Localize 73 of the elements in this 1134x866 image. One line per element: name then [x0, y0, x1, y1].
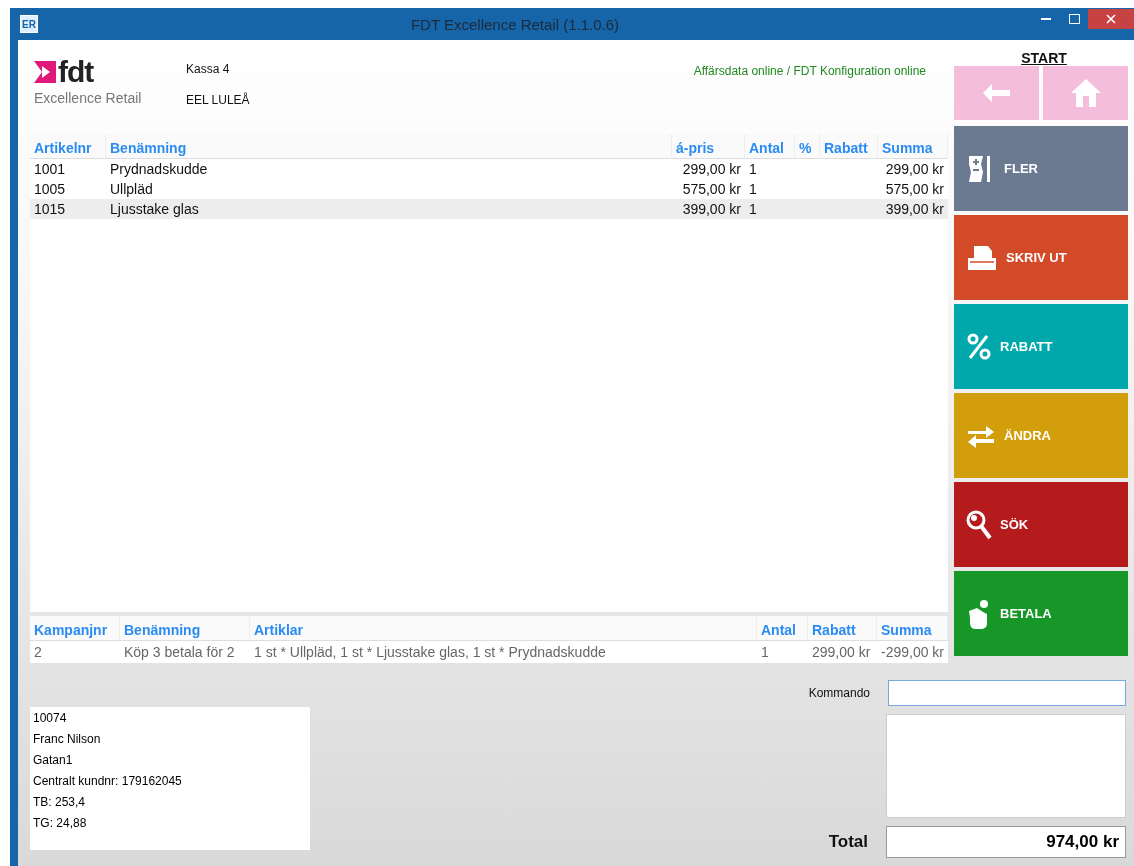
table-cell-text: 1	[748, 160, 758, 179]
window-title: FDT Excellence Retail (1.1.0.6)	[409, 15, 621, 33]
total-field: 974,00 kr	[886, 826, 1126, 858]
table-cell-text: 2	[33, 643, 43, 662]
column-header[interactable]: á-pris	[672, 134, 745, 159]
column-header[interactable]: Summa	[877, 616, 948, 641]
table-cell-text: 1015	[33, 200, 67, 219]
back-arrow-icon	[981, 82, 1012, 104]
column-header[interactable]: Antal	[757, 616, 808, 641]
nav-title: START	[1020, 49, 1068, 66]
magnifier-icon	[966, 509, 992, 540]
home-button[interactable]	[1043, 66, 1128, 120]
table-cell-text: Ljusstake glas	[109, 200, 200, 219]
logo-name: fdt	[58, 58, 94, 86]
customer-info: TG: 24,88	[33, 816, 88, 830]
table-cell-text: 299,00 kr	[884, 160, 945, 179]
column-header[interactable]: Summa	[878, 134, 948, 159]
column-header[interactable]: %	[795, 134, 820, 159]
customer-info: TB: 253,4	[33, 795, 87, 809]
table-cell-text: 1 st * Ullpläd, 1 st * Ljusstake glas, 1 st * Prydnadskudde	[253, 643, 607, 662]
action-tile[interactable]: SÖK	[954, 482, 1128, 567]
close-icon	[1106, 14, 1116, 24]
back-button[interactable]	[954, 66, 1039, 120]
table-cell-text: 1	[748, 180, 758, 199]
table-cell-text: 1	[748, 200, 758, 219]
table-cell-text: 299,00 kr	[811, 643, 872, 662]
column-header[interactable]: Artikelnr	[30, 134, 106, 159]
column-header[interactable]: Rabatt	[808, 616, 877, 641]
table-row[interactable]: 1005 Ullpläd 575,00 kr 1 575,00 kr	[30, 179, 948, 199]
table-cell-text: 299,00 kr	[681, 160, 742, 179]
logo-tagline: Excellence Retail	[34, 90, 143, 106]
command-label: Kommando	[808, 686, 870, 700]
table-row[interactable]: 2 Köp 3 betala för 2 1 st * Ullpläd, 1 st * Ljusstake glas, 1 st * Prydnadskudde 1 299,00 kr -299,00 kr	[30, 641, 948, 663]
column-header[interactable]: Benämning	[120, 616, 250, 641]
column-header[interactable]: Antal	[745, 134, 795, 159]
table-cell-text: 1005	[33, 180, 67, 199]
column-header[interactable]: Benämning	[106, 134, 672, 159]
table-cell-text: Ullpläd	[109, 180, 154, 199]
table-cell-text: 1	[760, 643, 770, 662]
register-name: Kassa 4	[186, 62, 231, 76]
store-name: EEL LULEÅ	[186, 93, 251, 107]
customer-info: Centralt kundnr: 179162045	[33, 774, 183, 788]
customer-info: Franc Nilson	[33, 732, 102, 746]
table-cell-text: Prydnadskudde	[109, 160, 209, 179]
column-header[interactable]: Kampanjnr	[30, 616, 120, 641]
action-tile[interactable]: SKRIV UT	[954, 215, 1128, 300]
maximize-icon[interactable]	[1068, 14, 1080, 24]
percent-icon	[966, 332, 992, 361]
table-cell-text: 399,00 kr	[681, 200, 742, 219]
connection-status: Affärsdata online / FDT Konfiguration online	[692, 63, 927, 78]
close-button[interactable]	[1088, 9, 1134, 29]
action-tile[interactable]: RABATT	[954, 304, 1128, 389]
total-label: Total	[828, 832, 868, 852]
column-header[interactable]: Rabatt	[820, 134, 878, 159]
app-icon: ER	[20, 15, 38, 33]
table-row[interactable]: 1015 Ljusstake glas 399,00 kr 1 399,00 kr	[30, 199, 948, 219]
table-cell-text: 1001	[33, 160, 67, 179]
action-tile[interactable]: FLER	[954, 126, 1128, 211]
customer-info: Gatan1	[33, 753, 74, 767]
home-icon	[1069, 78, 1102, 108]
printer-icon	[966, 243, 998, 272]
column-header[interactable]: Artiklar	[250, 616, 757, 641]
table-cell-text: Köp 3 betala för 2	[123, 643, 236, 662]
table-row[interactable]: 1001 Prydnadskudde 299,00 kr 1 299,00 kr	[30, 159, 948, 179]
command-field[interactable]	[888, 680, 1126, 706]
logo-mark-icon	[34, 61, 56, 83]
customer-info: 10074	[33, 711, 68, 725]
table-cell-text: -299,00 kr	[880, 643, 946, 662]
table-cell-text: 575,00 kr	[884, 180, 945, 199]
action-tile[interactable]: ÄNDRA	[954, 393, 1128, 478]
table-cell-text: 575,00 kr	[681, 180, 742, 199]
table-cell-text: 399,00 kr	[884, 200, 945, 219]
action-tile[interactable]: BETALA	[954, 571, 1128, 656]
